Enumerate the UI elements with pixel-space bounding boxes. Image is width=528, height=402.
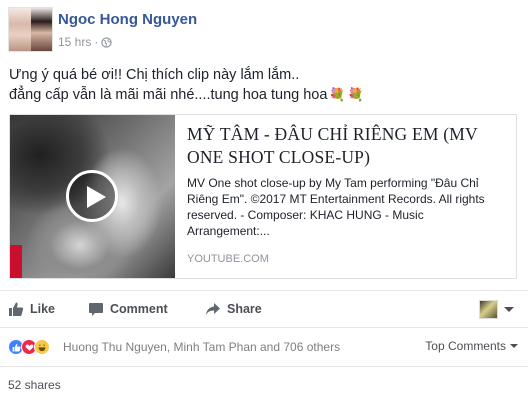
- post-header: Ngoc Hong Nguyen 15 hrs ·: [4, 7, 524, 53]
- chevron-down-icon: [504, 307, 514, 312]
- chevron-down-icon: [510, 344, 518, 348]
- meta-separator: ·: [94, 35, 99, 49]
- link-description: MV One shot close-up by My Tam performin…: [187, 176, 485, 238]
- post-text-line-1: Ưng ý quá bé ơi!! Chị thích clip này lắm…: [9, 67, 300, 83]
- link-domain: YOUTUBE.COM: [187, 253, 269, 265]
- play-icon[interactable]: [66, 170, 118, 222]
- link-card-body: MỸ TÂM - ĐÂU CHỈ RIÊNG EM (MV ONE SHOT C…: [187, 123, 509, 273]
- author-avatar[interactable]: [8, 7, 53, 52]
- shares-count[interactable]: 52 shares: [8, 378, 61, 392]
- post-time[interactable]: 15 hrs: [58, 35, 91, 49]
- comment-bubble-icon: [89, 303, 103, 316]
- comment-label: Comment: [110, 302, 168, 316]
- thumbnail-red-accent: [10, 245, 22, 278]
- haha-reaction-icon: [34, 339, 50, 355]
- reactions-summary[interactable]: Huong Thu Nguyen, Minh Tam Phan and 706 …: [8, 337, 520, 357]
- post-text-line-2-text: đẳng cấp vẫn là mãi mãi nhé....tung hoa …: [9, 87, 328, 103]
- comment-button[interactable]: Comment: [88, 293, 168, 325]
- divider: [0, 366, 528, 367]
- post-meta: 15 hrs ·: [58, 35, 113, 49]
- like-label: Like: [30, 302, 56, 316]
- shared-link-card[interactable]: MỸ TÂM - ĐÂU CHỈ RIÊNG EM (MV ONE SHOT C…: [9, 114, 517, 279]
- post-text: Ưng ý quá bé ơi!! Chị thích clip này lắm…: [9, 66, 519, 105]
- post-text-line-2: đẳng cấp vẫn là mãi mãi nhé....tung hoa …: [9, 85, 519, 105]
- video-thumbnail[interactable]: [10, 115, 175, 278]
- reaction-names[interactable]: Huong Thu Nguyen, Minh Tam Phan and 706 …: [63, 340, 340, 354]
- avatar-photo-right: [31, 8, 52, 51]
- avatar-photo-left: [9, 8, 31, 51]
- reaction-icons: [8, 339, 60, 355]
- thumbs-up-icon: [9, 302, 24, 316]
- share-arrow-icon: [206, 303, 220, 315]
- share-button[interactable]: Share: [205, 293, 262, 325]
- share-label: Share: [227, 302, 262, 316]
- post-as-selector[interactable]: [479, 300, 514, 319]
- like-button[interactable]: Like: [8, 293, 55, 325]
- top-comments-dropdown[interactable]: Top Comments: [425, 339, 518, 353]
- bouquet-icon: 💐: [347, 87, 364, 102]
- top-comments-label: Top Comments: [425, 339, 506, 353]
- bouquet-icon: 💐: [329, 87, 346, 102]
- author-name[interactable]: Ngoc Hong Nguyen: [58, 11, 197, 28]
- divider: [0, 327, 528, 328]
- globe-icon[interactable]: [101, 36, 113, 48]
- viewer-avatar: [479, 300, 498, 319]
- action-bar: Like Comment Share: [0, 293, 528, 325]
- divider: [0, 290, 528, 291]
- link-title[interactable]: MỸ TÂM - ĐÂU CHỈ RIÊNG EM (MV ONE SHOT C…: [187, 123, 509, 169]
